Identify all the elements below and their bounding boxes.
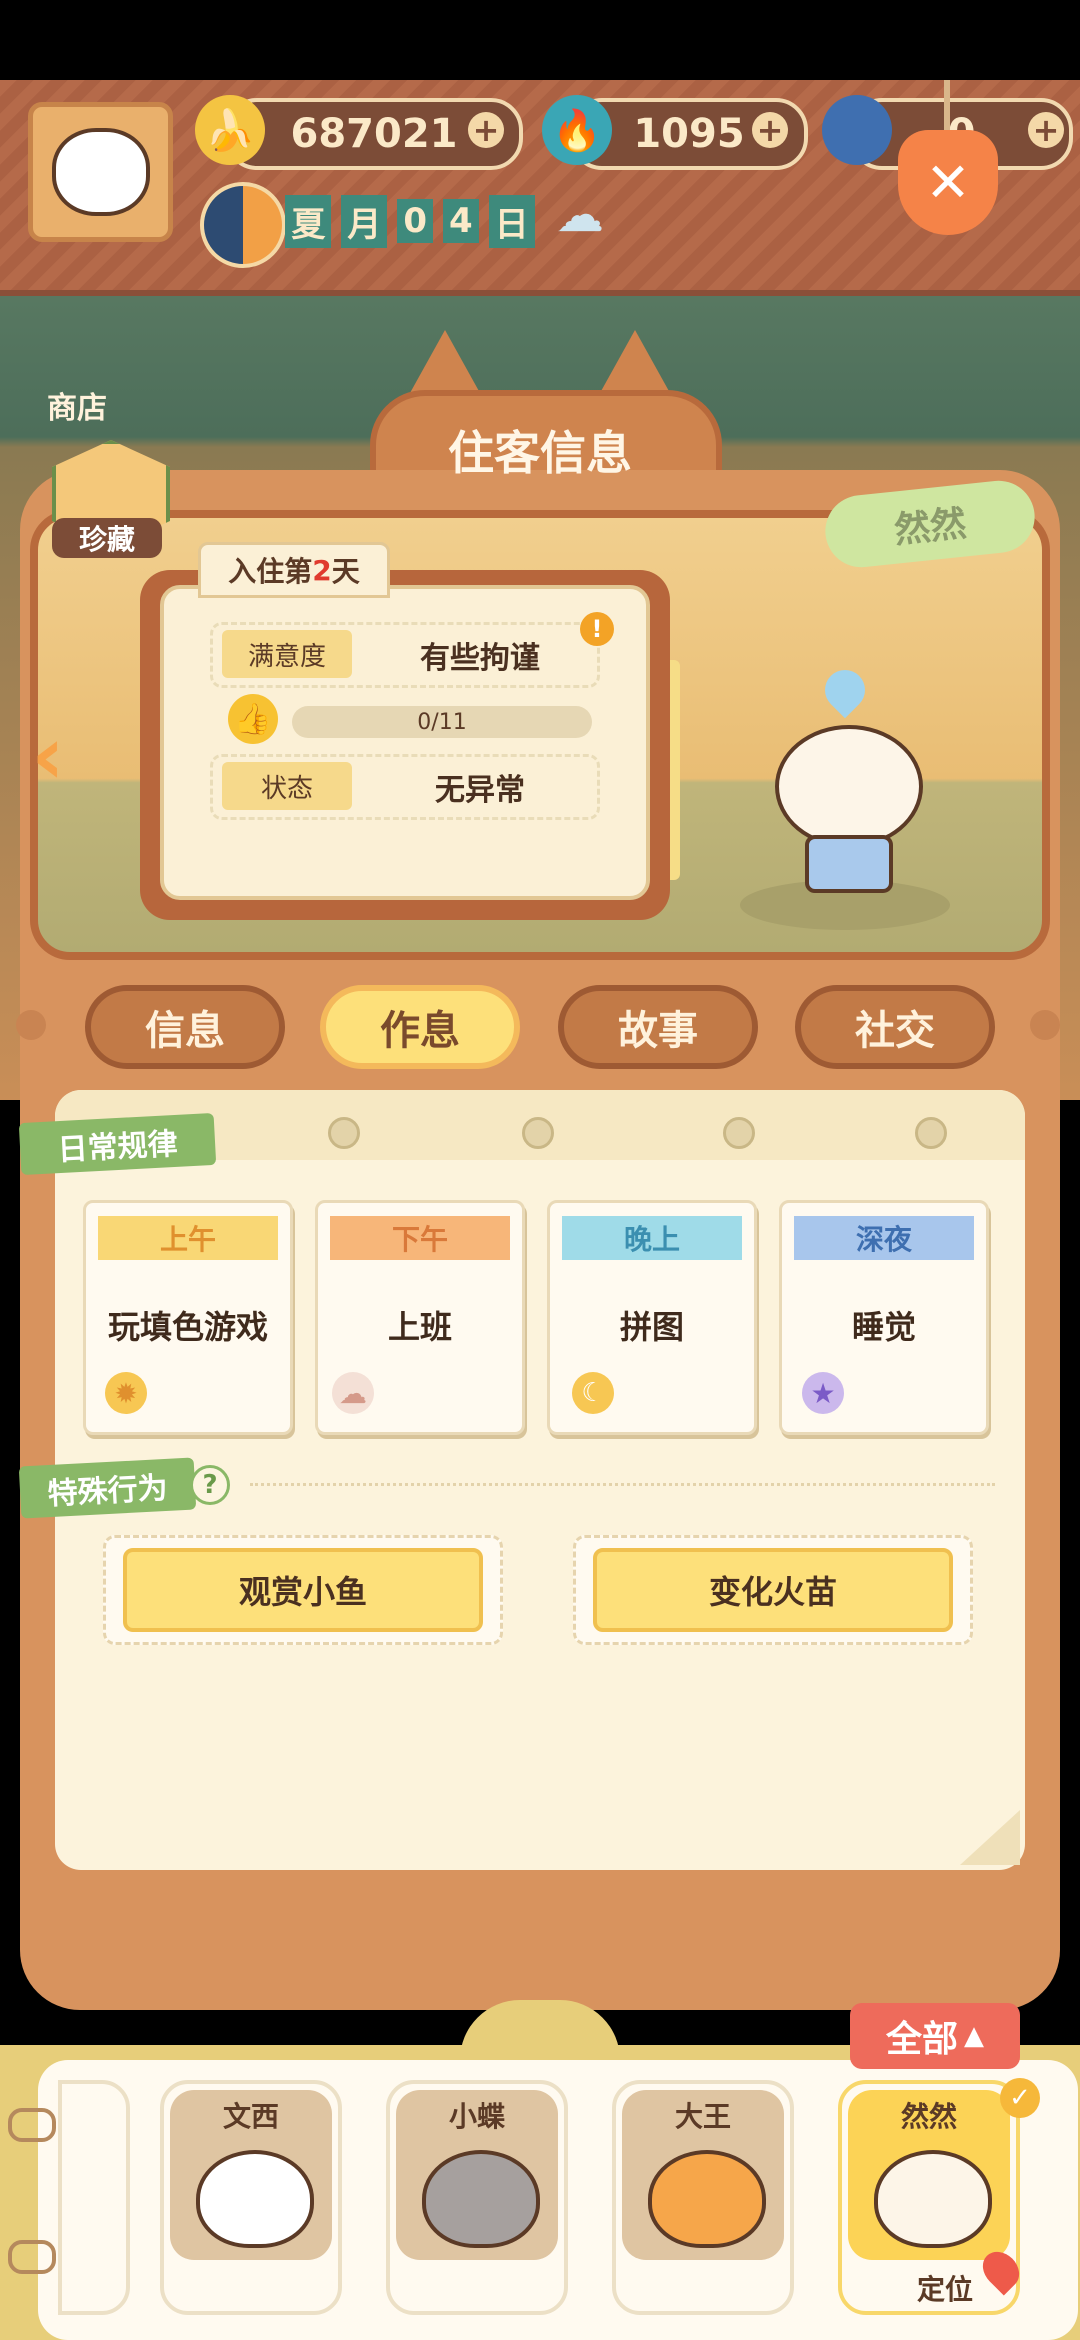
tab-social[interactable]: 社交 xyxy=(795,985,995,1069)
date-char-day: 日 xyxy=(488,194,535,248)
progress-text: 0/11 xyxy=(417,709,467,735)
stay-prefix: 入住第 xyxy=(228,555,313,588)
ranran-portrait-icon xyxy=(874,2150,992,2248)
locate-label[interactable]: 定位 xyxy=(905,2268,985,2308)
slot-activity-late-night: 睡觉 xyxy=(851,1308,916,1346)
rain-weather-icon: ☁ xyxy=(556,187,604,243)
member-name-wenxi: 文西 xyxy=(222,2100,279,2133)
notebook-hole xyxy=(522,1117,554,1149)
tab-schedule-label: 作息 xyxy=(380,1008,460,1054)
special-behavior-ribbon: 特殊行为 xyxy=(18,1457,197,1519)
slot-time-late-night: 深夜 xyxy=(794,1216,974,1260)
blue-flame-icon: 🔥 xyxy=(542,95,612,165)
blue-banana-icon xyxy=(822,95,892,165)
tab-info[interactable]: 信息 xyxy=(85,985,285,1069)
notebook-hole xyxy=(328,1117,360,1149)
stay-days-tag: 入住第 2 天 xyxy=(198,542,390,598)
page-title: 住客信息 xyxy=(448,426,632,480)
sun-icon: ✹ xyxy=(105,1372,147,1414)
tiger-portrait-icon xyxy=(648,2150,766,2248)
slot-time-morning: 上午 xyxy=(98,1216,278,1260)
add-flame-button[interactable]: + xyxy=(752,112,788,148)
status-value: 无异常 xyxy=(435,773,525,808)
all-filter-button[interactable]: 全部 ▲ xyxy=(850,2003,1020,2069)
shop-button[interactable]: 商店 xyxy=(22,360,132,450)
previous-resident-button[interactable]: ‹ xyxy=(8,705,88,805)
satisfaction-value: 有些拘谨 xyxy=(420,641,540,676)
status-label: 状态 xyxy=(222,762,352,810)
slot-activity-morning: 玩填色游戏 xyxy=(107,1308,268,1346)
slot-activity-afternoon: 上班 xyxy=(387,1308,452,1346)
banana-count: 687021 xyxy=(290,111,458,157)
notebook-hole xyxy=(723,1117,755,1149)
player-avatar[interactable] xyxy=(28,102,173,242)
date-char-season: 夏 xyxy=(285,194,332,248)
tab-story[interactable]: 故事 xyxy=(558,985,758,1069)
dotted-divider xyxy=(250,1483,995,1486)
add-third-resource-button[interactable]: + xyxy=(1028,112,1064,148)
stay-days: 2 xyxy=(312,553,332,587)
chevron-left-icon: ‹ xyxy=(31,708,65,802)
resident-character[interactable] xyxy=(770,661,923,900)
satisfaction-progress-bar: 0/11 xyxy=(292,706,592,738)
satisfaction-label: 满意度 xyxy=(222,630,352,678)
behavior-watch-fish-button[interactable]: 观赏小鱼 xyxy=(123,1548,483,1632)
all-filter-label: 全部 xyxy=(885,2019,958,2060)
roster-member-partial[interactable] xyxy=(58,2080,130,2315)
tab-story-label: 故事 xyxy=(618,1008,698,1054)
banana-icon: 🍌 xyxy=(195,95,265,165)
water-drop-icon xyxy=(816,661,874,719)
date-char-digit2: 4 xyxy=(443,199,479,243)
moon-icon: ☾ xyxy=(572,1372,614,1414)
mouse-portrait-icon xyxy=(196,2150,314,2248)
character-body xyxy=(805,835,893,893)
binder-ring-icon xyxy=(8,2108,56,2142)
selected-check-icon: ✓ xyxy=(1000,2078,1040,2118)
alert-icon[interactable]: ! xyxy=(580,612,614,646)
cow-avatar-icon xyxy=(51,128,150,216)
behavior-change-flame-button[interactable]: 变化火苗 xyxy=(593,1548,953,1632)
member-name-dawang: 大王 xyxy=(674,2100,731,2133)
thumbs-up-icon: 👍 xyxy=(228,694,278,744)
tab-info-label: 信息 xyxy=(145,1008,225,1054)
collection-label: 珍藏 xyxy=(52,518,162,558)
flame-count: 1095 xyxy=(633,111,745,157)
slot-time-evening: 晚上 xyxy=(562,1216,742,1260)
binder-ring-icon xyxy=(8,2240,56,2274)
season-date: 夏 月 0 4 日 xyxy=(285,194,535,248)
paw-right-icon xyxy=(1030,1010,1060,1040)
butterfly-portrait-icon xyxy=(422,2150,540,2248)
cloud-icon: ☁ xyxy=(332,1372,374,1414)
tab-social-label: 社交 xyxy=(855,1008,935,1054)
add-banana-button[interactable]: + xyxy=(468,112,504,148)
stay-suffix: 天 xyxy=(331,555,360,588)
daily-routine-ribbon: 日常规律 xyxy=(18,1112,217,1176)
help-icon[interactable]: ? xyxy=(190,1465,230,1505)
member-name-ranran: 然然 xyxy=(900,2100,957,2133)
character-head xyxy=(775,725,923,848)
collection-button[interactable]: 珍藏 xyxy=(42,440,172,560)
caret-up-icon: ▲ xyxy=(964,2021,984,2051)
close-icon: ✕ xyxy=(925,151,971,214)
close-button[interactable]: ✕ xyxy=(898,130,998,235)
clock-dial-icon xyxy=(200,182,286,268)
star-icon: ★ xyxy=(802,1372,844,1414)
paw-left-icon xyxy=(16,1010,46,1040)
help-mark: ? xyxy=(202,1470,218,1500)
date-char-digit1: 0 xyxy=(397,199,433,243)
member-name-xiaodie: 小蝶 xyxy=(448,2100,505,2133)
notebook-hole xyxy=(915,1117,947,1149)
slot-activity-evening: 拼图 xyxy=(619,1308,684,1346)
slot-time-afternoon: 下午 xyxy=(330,1216,510,1260)
tab-schedule[interactable]: 作息 xyxy=(320,985,520,1069)
date-char-month: 月 xyxy=(341,194,388,248)
shop-label: 商店 xyxy=(47,391,107,426)
